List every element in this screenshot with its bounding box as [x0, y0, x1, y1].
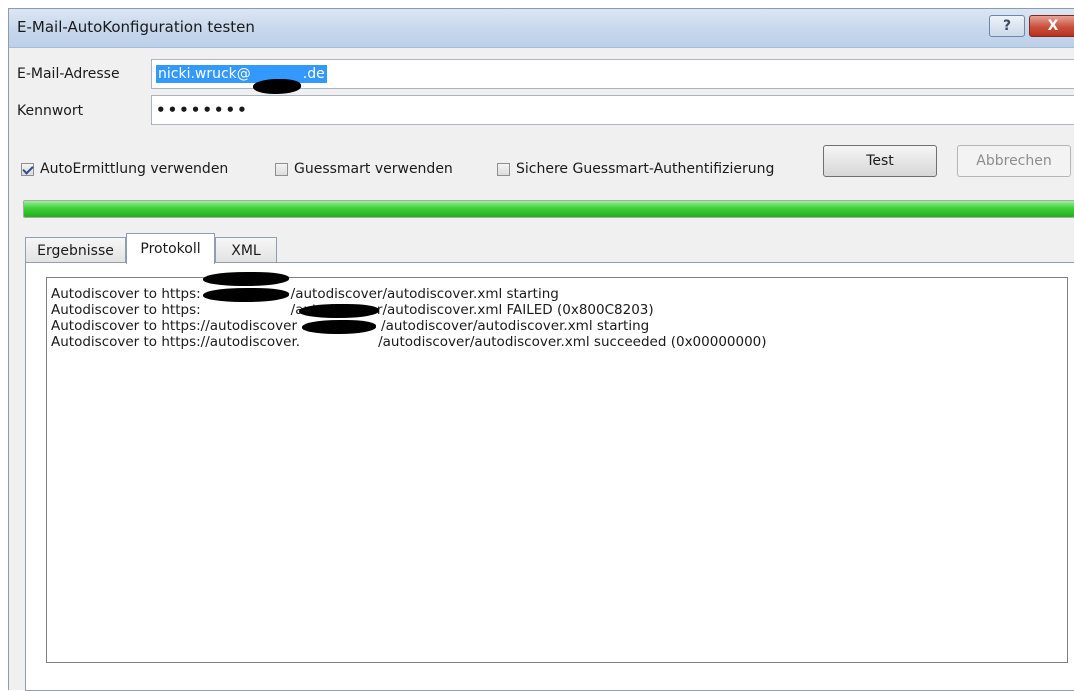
autodiscover-option[interactable]: AutoErmittlung verwenden [21, 161, 228, 177]
password-field[interactable]: •••••••• [151, 95, 1074, 125]
guessmart-option[interactable]: Guessmart verwenden [275, 161, 453, 177]
cancel-button[interactable]: Abbrechen [957, 145, 1071, 177]
tab-results[interactable]: Ergebnisse [25, 237, 126, 263]
url-redaction [300, 320, 378, 350]
test-button[interactable]: Test [823, 145, 937, 177]
email-value-suffix: .de [302, 66, 325, 82]
secure-guessmart-checkbox[interactable] [497, 162, 510, 176]
help-button[interactable]: ? [989, 15, 1025, 37]
autodiscover-label: AutoErmittlung verwenden [40, 161, 229, 177]
progress-fill [24, 201, 1074, 217]
log-line: Autodiscover to https://autodiscover./au… [51, 320, 1063, 350]
password-label: Kennwort [17, 103, 84, 119]
protocol-log[interactable]: Autodiscover to https:/autodiscover/auto… [46, 272, 1068, 663]
email-label: E-Mail-Adresse [17, 66, 120, 82]
guessmart-checkbox[interactable] [275, 162, 288, 176]
password-value: •••••••• [156, 101, 249, 119]
secure-guessmart-label: Sichere Guessmart-Authentifizierung [516, 161, 775, 177]
log-line: Autodiscover to https://autodiscover/aut… [51, 304, 1063, 334]
email-value-selection: nicki.wruck@ .de [156, 65, 327, 94]
close-icon: X [1047, 18, 1059, 34]
progress-bar [23, 200, 1074, 218]
log-line: Autodiscover to https:/autodiscover/auto… [51, 288, 1063, 318]
window-title: E-Mail-AutoKonfiguration testen [17, 18, 255, 36]
dialog-window: E-Mail-AutoKonfiguration testen ? X E-Ma… [8, 8, 1074, 691]
tab-xml[interactable]: XML [215, 237, 277, 263]
close-button[interactable]: X [1029, 15, 1074, 37]
protocol-panel: Autodiscover to https:/autodiscover/auto… [25, 262, 1074, 691]
guessmart-label: Guessmart verwenden [294, 161, 453, 177]
autodiscover-checkbox[interactable] [21, 162, 34, 176]
tab-protocol[interactable]: Protokoll [126, 233, 215, 264]
secure-guessmart-option[interactable]: Sichere Guessmart-Authentifizierung [497, 161, 774, 177]
email-field[interactable]: nicki.wruck@ .de [151, 59, 1074, 94]
log-line: Autodiscover to https:/autodiscover/auto… [51, 272, 1063, 302]
help-icon: ? [1002, 18, 1012, 34]
title-bar: E-Mail-AutoKonfiguration testen ? X [9, 9, 1074, 48]
email-value-prefix: nicki.wruck@ [158, 66, 251, 82]
